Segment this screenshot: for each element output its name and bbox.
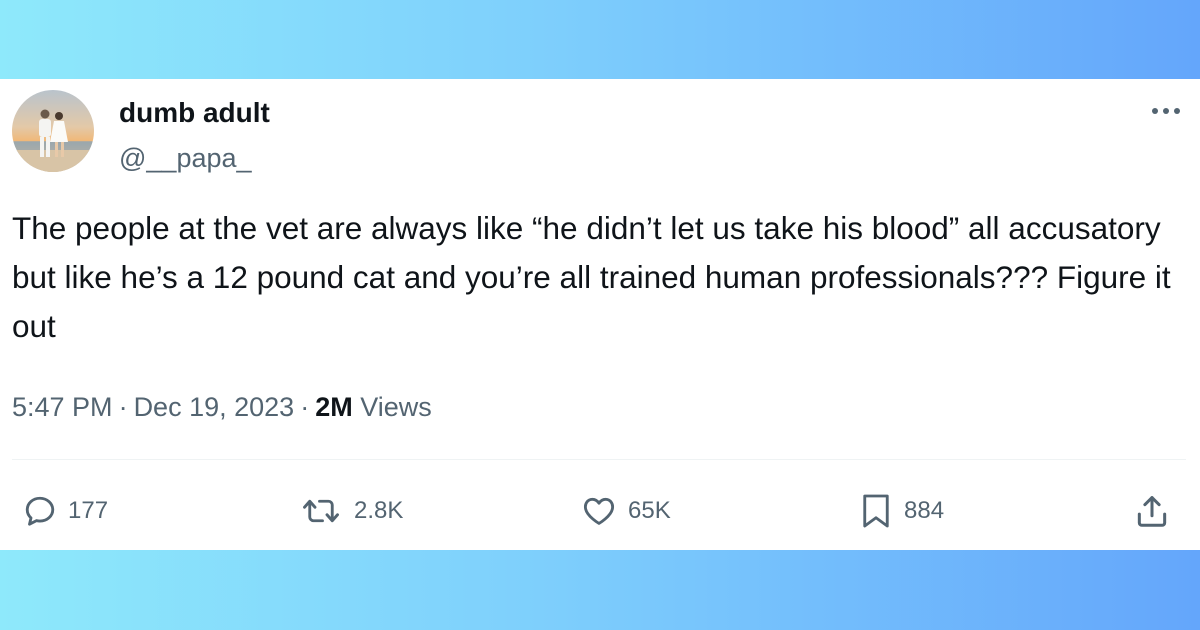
meta-separator: · xyxy=(300,392,310,422)
divider xyxy=(12,459,1186,460)
more-icon xyxy=(1152,108,1180,114)
repost-icon xyxy=(303,499,339,523)
tweet-time[interactable]: 5:47 PM xyxy=(12,392,113,422)
views-label: Views xyxy=(360,392,432,422)
reply-count: 177 xyxy=(68,497,109,524)
avatar-photo xyxy=(12,90,94,172)
share-icon xyxy=(1137,496,1167,527)
share-button[interactable] xyxy=(1133,491,1171,531)
reply-icon xyxy=(25,496,55,526)
heart-icon xyxy=(583,497,615,525)
like-button[interactable]: 65K xyxy=(580,491,671,531)
views-count[interactable]: 2M xyxy=(315,392,353,422)
author-handle[interactable]: @__papa_ xyxy=(119,142,252,174)
tweet-metadata: 5:47 PM · Dec 19, 2023 · 2M Views xyxy=(12,389,432,425)
tweet-text: The people at the vet are always like “h… xyxy=(12,210,1171,344)
more-options-button[interactable] xyxy=(1146,97,1186,125)
reply-button[interactable]: 177 xyxy=(22,491,108,531)
meta-separator: · xyxy=(118,392,128,422)
repost-button[interactable]: 2.8K xyxy=(298,491,403,531)
repost-count: 2.8K xyxy=(354,497,404,524)
like-count: 65K xyxy=(628,497,671,524)
bookmark-button[interactable]: 884 xyxy=(858,491,944,531)
author-display-name[interactable]: dumb adult xyxy=(119,97,270,129)
avatar[interactable] xyxy=(12,90,94,172)
bookmark-icon xyxy=(863,494,889,528)
tweet-card: dumb adult @__papa_ The people at the ve… xyxy=(0,79,1200,550)
bookmark-count: 884 xyxy=(904,497,945,524)
tweet-date[interactable]: Dec 19, 2023 xyxy=(134,392,295,422)
